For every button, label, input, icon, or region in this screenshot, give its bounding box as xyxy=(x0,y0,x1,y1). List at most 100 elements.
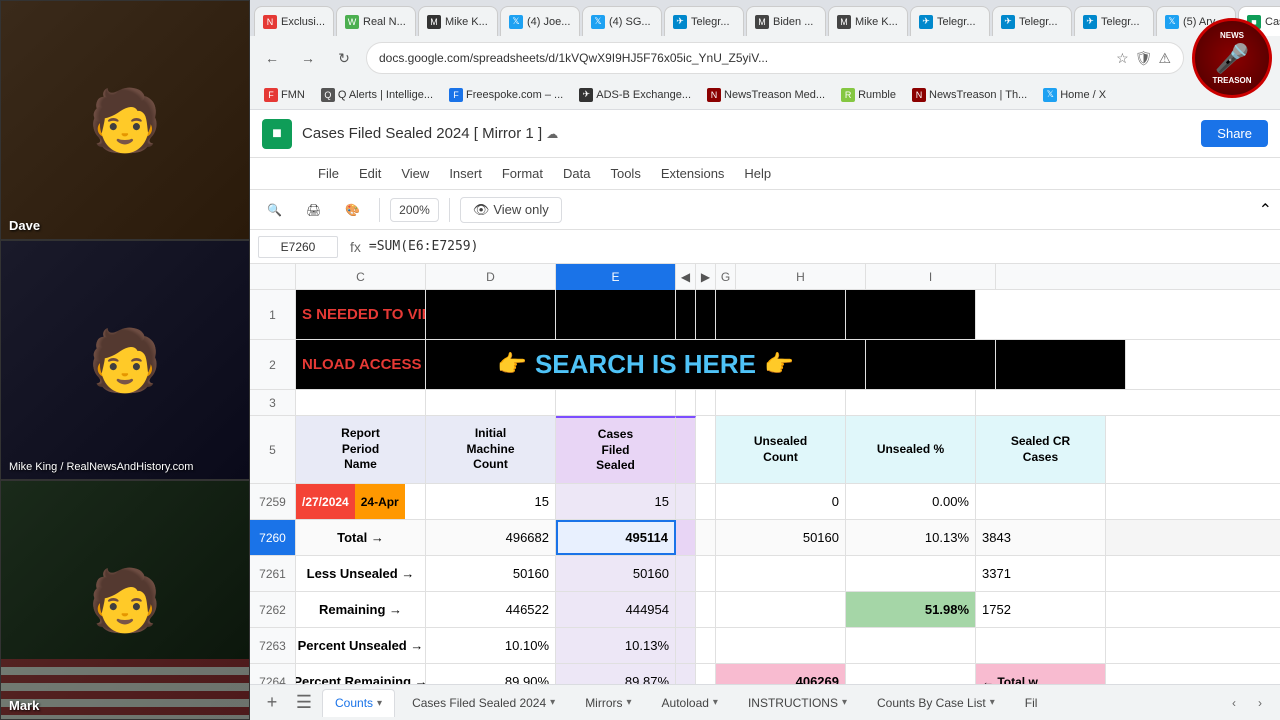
tab-telegr4[interactable]: ✈ Telegr... xyxy=(1074,6,1154,36)
cell-7260-nav xyxy=(676,520,696,555)
cell-reference-input[interactable] xyxy=(258,236,338,258)
bookmark-freespoke[interactable]: F Freespoke.com – ... xyxy=(443,86,569,104)
share-button[interactable]: Share xyxy=(1201,120,1268,147)
cases-tab-menu-icon[interactable]: ▾ xyxy=(550,697,555,708)
tab-telegr2[interactable]: ✈ Telegr... xyxy=(910,6,990,36)
cell-7264-h: 406269 xyxy=(716,664,846,684)
cell-7263-g xyxy=(696,628,716,663)
cell-7260-e[interactable]: 495114 xyxy=(556,520,676,555)
sheet-tab-counts[interactable]: Counts ▾ xyxy=(322,689,395,717)
tab-biden[interactable]: M Biden ... xyxy=(746,6,826,36)
zoom-selector[interactable]: 200% xyxy=(390,198,439,222)
cell-1-i xyxy=(846,290,976,339)
tab-mikek1[interactable]: M Mike K... xyxy=(418,6,498,36)
row-1: 1 S NEEDED TO VIEW xyxy=(250,290,1280,340)
counts-by-case-tab-menu-icon[interactable]: ▾ xyxy=(990,697,995,708)
print-toolbar-btn[interactable]: 🖨 xyxy=(297,198,330,222)
instructions-tab-menu-icon[interactable]: ▾ xyxy=(842,697,847,708)
sheets-menu: File Edit View Insert Format Data Tools … xyxy=(250,158,1280,190)
bookmark-fmn[interactable]: F FMN xyxy=(258,86,311,104)
col-header-i[interactable]: I xyxy=(866,264,996,290)
row-3: 3 xyxy=(250,390,1280,416)
address-bar[interactable]: docs.google.com/spreadsheets/d/1kVQwX9I9… xyxy=(366,42,1184,74)
tab-favicon-biden: M xyxy=(755,15,769,29)
bookmark-adsb[interactable]: ✈ ADS-B Exchange... xyxy=(573,86,697,104)
cell-7264-d: 89.90% xyxy=(426,664,556,684)
tab-joe[interactable]: 𝕏 (4) Joe... xyxy=(500,6,580,36)
col-header-g[interactable]: G xyxy=(716,264,736,290)
bookmark-homex[interactable]: 𝕏 Home / X xyxy=(1037,86,1112,104)
menu-help[interactable]: Help xyxy=(736,162,779,185)
tab-mikek2[interactable]: M Mike K... xyxy=(828,6,908,36)
menu-extensions[interactable]: Extensions xyxy=(653,162,733,185)
view-only-button[interactable]: 👁 View only xyxy=(460,197,562,223)
bookmark-icon-rumble: R xyxy=(841,88,855,102)
cell-7259-c: /27/2024 24-Apr xyxy=(296,484,426,519)
col-nav-left[interactable]: ◀ xyxy=(676,264,696,289)
toolbar-collapse-btn[interactable]: ⌃ xyxy=(1259,200,1272,220)
tab-sg[interactable]: 𝕏 (4) SG... xyxy=(582,6,662,36)
refresh-button[interactable]: ↻ xyxy=(330,44,358,72)
counts-tab-menu-icon[interactable]: ▾ xyxy=(377,698,382,709)
bookmark-newstreason1[interactable]: N NewsTreason Med... xyxy=(701,86,831,104)
menu-edit[interactable]: Edit xyxy=(351,162,389,185)
add-sheet-button[interactable]: + xyxy=(258,689,286,717)
menu-tools[interactable]: Tools xyxy=(602,162,648,185)
col-header-h[interactable]: H xyxy=(736,264,866,290)
sheet-tab-cases-filed[interactable]: Cases Filed Sealed 2024 ▾ xyxy=(399,689,568,717)
col-header-c[interactable]: C xyxy=(296,264,426,290)
back-button[interactable]: ← xyxy=(258,44,286,72)
sheets-app-bar: ■ Cases Filed Sealed 2024 [ Mirror 1 ] ☁… xyxy=(250,110,1280,158)
cell-7259-d: 15 xyxy=(426,484,556,519)
bookmark-qalerts[interactable]: Q Q Alerts | Intellige... xyxy=(315,86,439,104)
cell-7259-h: 0 xyxy=(716,484,846,519)
menu-view[interactable]: View xyxy=(393,162,437,185)
autoload-tab-menu-icon[interactable]: ▾ xyxy=(713,697,718,708)
sheet-tab-counts-by-case[interactable]: Counts By Case List ▾ xyxy=(864,689,1008,717)
period-highlight: 24-Apr xyxy=(355,484,405,519)
tab-favicon-telegr2: ✈ xyxy=(919,15,933,29)
bookmark-icon-freespoke: F xyxy=(449,88,463,102)
sheet-menu-button[interactable]: ☰ xyxy=(290,689,318,717)
cell-7264-g xyxy=(696,664,716,684)
star-icon[interactable]: ☆ xyxy=(1116,50,1129,67)
menu-data[interactable]: Data xyxy=(555,162,598,185)
rownum-7264: 7264 xyxy=(250,664,296,684)
bookmark-rumble[interactable]: R Rumble xyxy=(835,86,902,104)
bookmarks-bar: F FMN Q Q Alerts | Intellige... F Freesp… xyxy=(250,80,1280,110)
col-header-e[interactable]: E xyxy=(556,264,676,290)
tab-nav-prev-button[interactable]: ‹ xyxy=(1222,691,1246,715)
forward-button[interactable]: → xyxy=(294,44,322,72)
col-nav-right[interactable]: ▶ xyxy=(696,264,716,289)
cell-1-h xyxy=(716,290,846,339)
cell-7262-g xyxy=(696,592,716,627)
formula-text: =SUM(E6:E7259) xyxy=(369,239,1276,254)
cell-1-nav xyxy=(676,290,696,339)
sheet-tab-fil[interactable]: Fil xyxy=(1012,689,1051,717)
bookmark-icon-nt2: N xyxy=(912,88,926,102)
cell-5-h: UnsealedCount xyxy=(716,416,846,483)
menu-file[interactable]: File xyxy=(310,162,347,185)
sheet-tab-mirrors[interactable]: Mirrors ▾ xyxy=(572,689,644,717)
arrow-right-icon: 👉 xyxy=(764,350,794,379)
mark-label: Mark xyxy=(9,698,39,713)
menu-insert[interactable]: Insert xyxy=(441,162,490,185)
tab-telegr1[interactable]: ✈ Telegr... xyxy=(664,6,744,36)
cell-5-e: CasesFiledSealed xyxy=(556,416,676,483)
column-headers: C D E ◀ ▶ G H I xyxy=(250,264,1280,290)
bookmark-icon-x: 𝕏 xyxy=(1043,88,1057,102)
tab-exclusi[interactable]: N Exclusi... xyxy=(254,6,334,36)
sheet-tab-autoload[interactable]: Autoload ▾ xyxy=(649,689,731,717)
paint-toolbar-btn[interactable]: 🎨 xyxy=(336,198,369,222)
menu-format[interactable]: Format xyxy=(494,162,551,185)
bookmark-newstreason2[interactable]: N NewsTreason | Th... xyxy=(906,86,1033,104)
cell-1-e xyxy=(556,290,676,339)
search-toolbar-btn[interactable]: 🔍 xyxy=(258,198,291,222)
tab-realn[interactable]: W Real N... xyxy=(336,6,416,36)
tab-nav-next-button[interactable]: › xyxy=(1248,691,1272,715)
col-header-d[interactable]: D xyxy=(426,264,556,290)
sheet-tab-instructions[interactable]: INSTRUCTIONS ▾ xyxy=(735,689,860,717)
tab-telegr3[interactable]: ✈ Telegr... xyxy=(992,6,1072,36)
mirrors-tab-menu-icon[interactable]: ▾ xyxy=(627,697,632,708)
tab-favicon-ary: 𝕏 xyxy=(1165,15,1179,29)
